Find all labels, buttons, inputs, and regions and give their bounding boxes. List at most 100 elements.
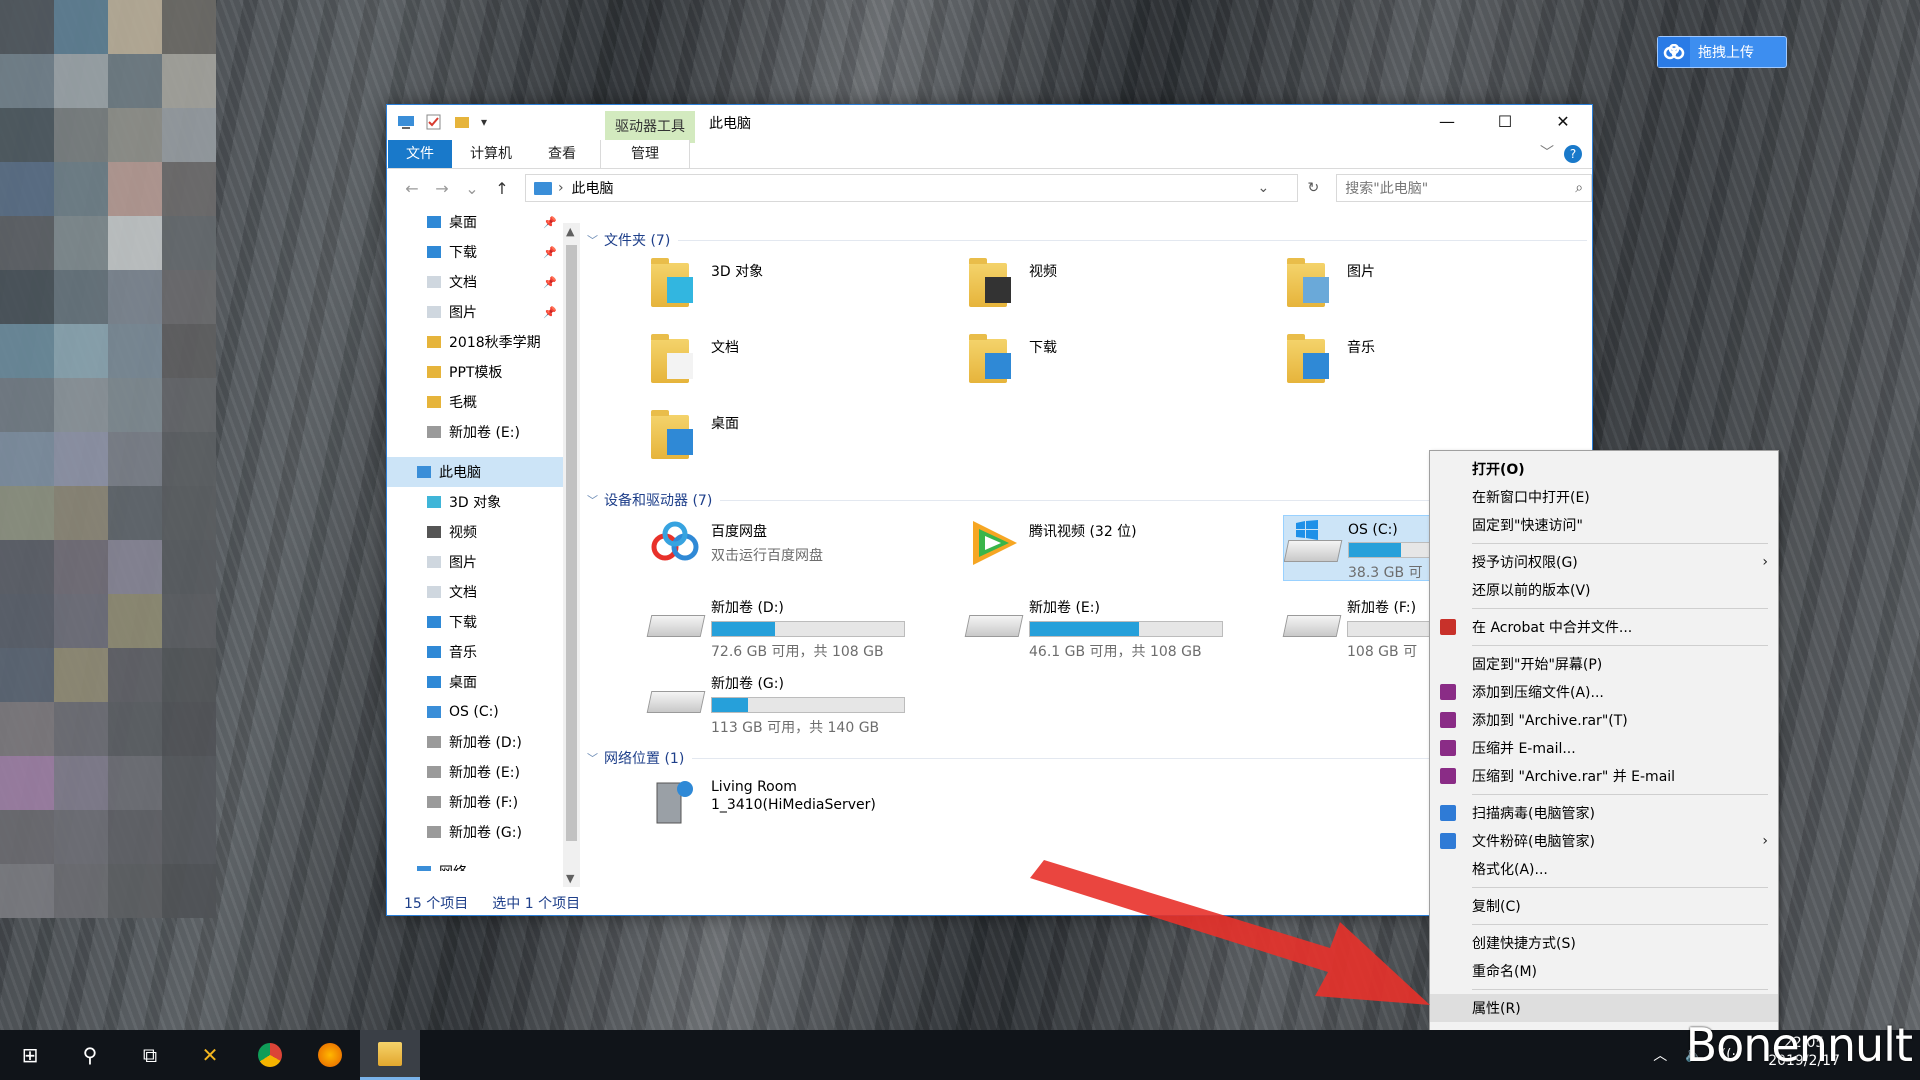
menu-item[interactable]: 在新窗口中打开(E) [1430,483,1778,511]
drive-item[interactable]: 新加卷 (D:) 72.6 GB 可用，共 108 GB [646,591,947,660]
windows-start-button[interactable]: ⊞ [0,1030,60,1080]
folder-item[interactable]: 文档 [647,331,947,395]
network-subtitle: 1_3410(HiMediaServer) [711,797,876,813]
firefox-button[interactable] [300,1030,360,1080]
scroll-up-icon[interactable]: ▲ [566,225,574,238]
sidebar-item[interactable]: 3D 对象 [387,487,567,517]
sidebar-item[interactable]: 桌面 📌 [387,207,567,237]
sidebar-item-icon [427,276,441,288]
minimize-button[interactable]: — [1418,105,1476,138]
sidebar-item[interactable]: OS (C:) [387,697,567,727]
app-item[interactable]: 百度网盘 双击运行百度网盘 [647,515,947,579]
sidebar-item[interactable]: 文档 📌 [387,267,567,297]
back-button[interactable]: ← [399,179,425,198]
sidebar-item[interactable]: 新加卷 (E:) [387,757,567,787]
menu-item[interactable]: 添加到压缩文件(A)... [1430,678,1778,706]
help-icon[interactable]: ? [1564,145,1582,163]
menu-item[interactable]: 固定到"快速访问" [1430,511,1778,539]
drag-upload-widget[interactable]: 拖拽上传 [1657,36,1787,68]
drive-item[interactable]: 新加卷 (G:) 113 GB 可用，共 140 GB [646,667,947,736]
tab-computer[interactable]: 计算机 [452,140,530,168]
sidebar-item[interactable]: 音乐 [387,637,567,667]
close-button[interactable]: ✕ [1534,105,1592,138]
folder-item[interactable]: 音乐 [1283,331,1583,395]
folder-item[interactable]: 视频 [965,255,1265,319]
menu-item[interactable]: 添加到 "Archive.rar"(T) [1430,706,1778,734]
task-view-button[interactable]: ⧉ [120,1030,180,1080]
up-button[interactable]: ↑ [489,179,515,198]
menu-item[interactable]: 文件粉碎(电脑管家) › [1430,827,1778,855]
address-bar[interactable]: › 此电脑 ⌄ ↻ [524,174,1319,202]
menu-item[interactable]: 复制(C) [1430,892,1778,920]
sidebar-item[interactable]: PPT模板 [387,357,567,387]
computer-icon[interactable] [397,114,415,130]
folder-item[interactable]: 下载 [965,331,1265,395]
tab-view[interactable]: 查看 [530,140,594,168]
properties-check-icon[interactable] [425,114,443,130]
menu-item[interactable]: 在 Acrobat 中合并文件... [1430,613,1778,641]
folder-item[interactable]: 3D 对象 [647,255,947,319]
menu-item[interactable]: 压缩并 E-mail... [1430,734,1778,762]
folder-item[interactable]: 桌面 [647,407,947,471]
pin-icon[interactable]: 📌 [543,276,557,289]
sidebar-item[interactable]: 新加卷 (G:) [387,817,567,847]
menu-separator [1472,794,1768,795]
tab-file[interactable]: 文件 [388,140,452,168]
expand-ribbon-icon[interactable]: ﹀ [1540,142,1554,162]
sidebar-item[interactable]: 桌面 [387,667,567,697]
sidebar-item[interactable]: 视频 [387,517,567,547]
menu-item[interactable]: 创建快捷方式(S) [1430,929,1778,957]
sidebar-item[interactable]: 图片 [387,547,567,577]
menu-item[interactable]: 重命名(M) [1430,957,1778,985]
menu-item[interactable]: 固定到"开始"屏幕(P) [1430,650,1778,678]
sidebar-item[interactable]: 新加卷 (D:) [387,727,567,757]
sidebar-item[interactable]: 下载 [387,607,567,637]
tray-expand-icon[interactable]: ︿ [1653,1045,1667,1065]
group-collapse-icon[interactable]: ﹀ [587,232,598,248]
menu-item[interactable]: 还原以前的版本(V) [1430,576,1778,604]
menu-item[interactable]: 授予访问权限(G) › [1430,548,1778,576]
menu-item[interactable]: 打开(O) [1430,455,1778,483]
group-collapse-icon[interactable]: ﹀ [587,750,598,766]
folder-item[interactable]: 图片 [1283,255,1583,319]
menu-item[interactable]: 压缩到 "Archive.rar" 并 E-mail [1430,762,1778,790]
scroll-thumb[interactable] [566,245,577,841]
group-collapse-icon[interactable]: ﹀ [587,492,598,508]
sidebar-item[interactable]: 新加卷 (F:) [387,787,567,817]
customize-qat-dropdown-icon[interactable]: ▾ [481,115,487,129]
navigation-scrollbar[interactable]: ▲ ▼ [563,223,580,887]
sidebar-item[interactable]: 下载 📌 [387,237,567,267]
sidebar-item[interactable]: 2018秋季学期 [387,327,567,357]
search-input[interactable]: 搜索"此电脑" ⌕ [1336,174,1593,202]
pin-icon[interactable]: 📌 [543,306,557,319]
app-item[interactable]: 腾讯视频 (32 位) [965,515,1265,579]
scroll-down-icon[interactable]: ▼ [566,872,574,885]
breadcrumb[interactable]: 此电脑 [572,178,614,198]
sidebar-item[interactable]: 网络 [387,857,567,871]
sidebar-item[interactable]: 文档 [387,577,567,607]
menu-item[interactable]: 扫描病毒(电脑管家) [1430,799,1778,827]
drive-item[interactable]: 新加卷 (E:) 46.1 GB 可用，共 108 GB [964,591,1265,660]
maximize-button[interactable]: ☐ [1476,105,1534,138]
sidebar-item[interactable]: 新加卷 (E:) [387,417,567,447]
file-explorer-button[interactable] [360,1030,420,1080]
sidebar-item[interactable]: 图片 📌 [387,297,567,327]
address-dropdown-icon[interactable]: ⌄ [1258,180,1270,196]
forward-button[interactable]: → [429,179,455,198]
folder-label: 3D 对象 [711,264,764,280]
search-icon[interactable]: ⌕ [1575,180,1583,196]
menu-item[interactable]: 格式化(A)... [1430,855,1778,883]
new-folder-icon[interactable] [453,114,471,130]
tab-manage[interactable]: 管理 [600,140,690,168]
search-button[interactable]: ⚲ [60,1030,120,1080]
sidebar-item[interactable]: 毛概 [387,387,567,417]
pin-icon[interactable]: 📌 [543,216,557,229]
pin-icon[interactable]: 📌 [543,246,557,259]
recent-locations-button[interactable]: ⌄ [459,179,485,198]
network-item[interactable]: Living Room 1_3410(HiMediaServer) [647,773,947,837]
refresh-icon[interactable]: ↻ [1308,180,1320,196]
xmind-button[interactable]: ✕ [180,1030,240,1080]
group-folders[interactable]: ﹀ 文件夹 (7) [587,227,1587,253]
chrome-button[interactable] [240,1030,300,1080]
sidebar-item[interactable]: 此电脑 [387,457,567,487]
